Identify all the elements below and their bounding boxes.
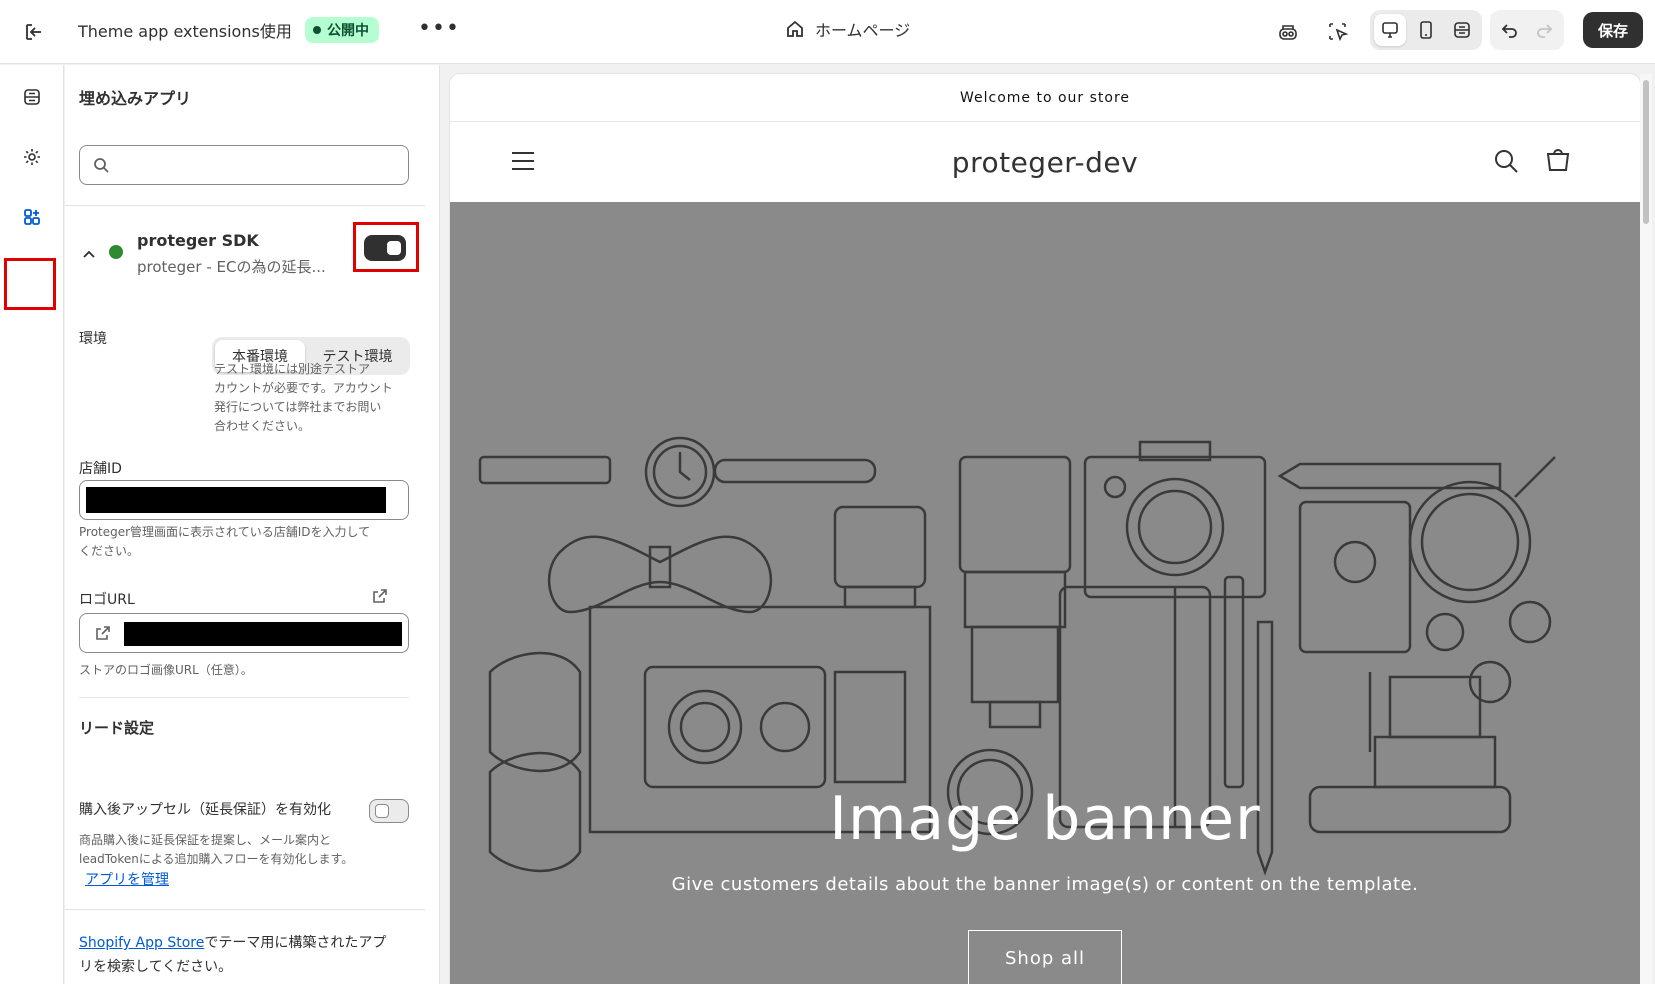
search-icon[interactable] — [1493, 148, 1519, 174]
history-group — [1490, 10, 1564, 50]
settings-gear-icon[interactable] — [16, 141, 48, 173]
upsell-label: 購入後アップセル（延長保証）を有効化 — [79, 802, 331, 818]
more-actions-button[interactable]: ••• — [418, 16, 460, 41]
scroll-thumb[interactable] — [1643, 80, 1649, 224]
image-banner: Image banner Give customers details abou… — [450, 202, 1640, 984]
app-description: proteger - ECの為の延長... — [137, 258, 326, 276]
announcement-bar: Welcome to our store — [450, 74, 1640, 122]
page-selector-label: ホームページ — [815, 21, 911, 40]
search-input[interactable] — [79, 145, 409, 185]
manage-app-link[interactable]: アプリを管理 — [85, 871, 169, 890]
sections-icon[interactable] — [16, 81, 48, 113]
exit-icon[interactable] — [20, 18, 48, 46]
redacted-value — [86, 487, 386, 513]
panel-title: 埋め込みアプリ — [79, 89, 192, 108]
environment-help: テスト環境には別途テストア カウントが必要です。アカウント 発行については弊社ま… — [214, 362, 393, 433]
lead-section-title: リード設定 — [79, 719, 155, 737]
logo-url-label: ロゴURL — [79, 592, 135, 608]
logo-url-field[interactable] — [79, 613, 409, 653]
status-badge-label: 公開中 — [327, 23, 369, 39]
chevron-up-icon[interactable] — [81, 247, 97, 263]
redo-icon[interactable] — [1528, 14, 1560, 46]
cart-icon[interactable] — [1544, 146, 1572, 174]
upsell-toggle[interactable] — [369, 799, 409, 823]
logo-url-help: ストアのロゴ画像URL（任意）。 — [79, 663, 253, 677]
home-icon — [787, 20, 803, 37]
banner-subtitle: Give customers details about the banner … — [671, 874, 1419, 895]
fullscreen-view-icon[interactable] — [1446, 14, 1478, 46]
app-logo-icon — [109, 245, 123, 259]
select-element-icon[interactable] — [1322, 16, 1354, 48]
store-preview: Welcome to our store proteger-dev Image … — [450, 74, 1640, 984]
status-dot — [313, 26, 321, 34]
undo-icon[interactable] — [1494, 14, 1526, 46]
divider — [65, 205, 425, 206]
store-id-help: Proteger管理画面に表示されている店舗IDを入力して ください。 — [79, 525, 371, 558]
divider — [79, 697, 409, 698]
redacted-value — [124, 622, 402, 646]
store-header: proteger-dev — [450, 122, 1640, 202]
top-bar: Theme app extensions使用 公開中 ••• ホームページ 保存 — [0, 0, 1655, 64]
desktop-view-icon[interactable] — [1374, 14, 1406, 46]
external-link-icon[interactable] — [371, 587, 389, 605]
toggle-knob — [387, 241, 401, 255]
search-icon — [94, 158, 109, 173]
environment-label: 環境 — [79, 331, 107, 347]
store-id-label: 店舗ID — [79, 461, 122, 477]
save-button[interactable]: 保存 — [1583, 12, 1643, 48]
footer-text: Shopify App Storeでテーマ用に構築されたアプ リを検索してくださ… — [79, 935, 387, 975]
app-store-link[interactable]: Shopify App Store — [79, 935, 204, 951]
apps-icon[interactable] — [16, 201, 48, 233]
banner-illustration-icon — [478, 436, 1556, 876]
store-name[interactable]: proteger-dev — [450, 146, 1640, 179]
mobile-view-icon[interactable] — [1410, 14, 1442, 46]
divider — [65, 909, 425, 910]
app-name: proteger SDK — [137, 231, 259, 250]
banner-title: Image banner — [829, 784, 1261, 854]
theme-name: Theme app extensions使用 — [78, 22, 292, 41]
preview-scrollbar[interactable] — [1640, 74, 1652, 984]
inspector-icon[interactable] — [1272, 16, 1304, 48]
toggle-knob — [375, 804, 389, 818]
upsell-help: 商品購入後に延長保証を提案し、メール案内と leadTokenによる追加購入フロ… — [79, 833, 354, 866]
status-badge: 公開中 — [305, 17, 379, 43]
shop-all-button[interactable]: Shop all — [968, 930, 1122, 984]
page-selector[interactable]: ホームページ — [785, 17, 910, 41]
apps-highlight-box — [4, 258, 56, 310]
app-enable-toggle[interactable] — [364, 235, 406, 261]
view-mode-group — [1370, 10, 1482, 50]
link-icon — [96, 626, 110, 640]
left-rail — [0, 65, 64, 984]
store-id-field[interactable] — [79, 480, 409, 520]
app-embeds-panel: 埋め込みアプリ proteger SDK proteger - ECの為の延長.… — [65, 65, 440, 984]
